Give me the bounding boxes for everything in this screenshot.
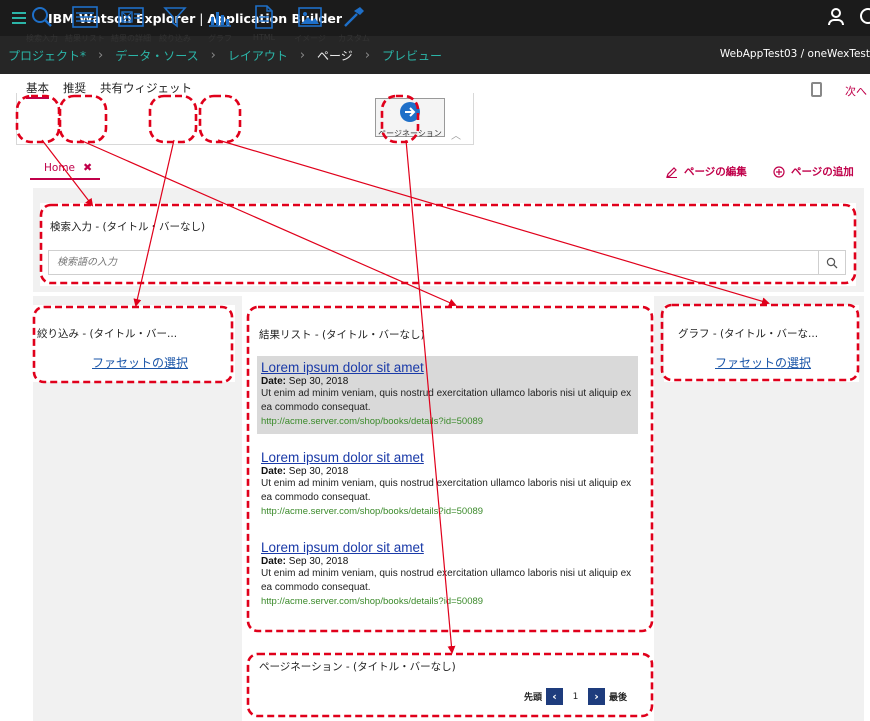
breadcrumb-project[interactable]: プロジェクト*: [8, 47, 86, 64]
breadcrumb-separator: ›: [364, 47, 371, 63]
result-description: Ut enim ad minim veniam, quis nostrud ex…: [261, 388, 632, 413]
help-icon[interactable]: [860, 8, 870, 24]
pager: 先頭 ‹ 1 › 最後: [524, 688, 627, 705]
next-button[interactable]: 次へ: [845, 83, 867, 99]
plus-circle-icon: [773, 165, 785, 178]
chart-icon: [209, 12, 231, 27]
breadcrumb-separator: ›: [299, 47, 306, 63]
facet-select-link[interactable]: ファセットの選択: [92, 354, 188, 371]
chart-widget-title: グラフ - (タイトル・バーな...: [678, 328, 819, 340]
result-url[interactable]: http://acme.server.com/shop/books/detail…: [261, 416, 638, 427]
breadcrumb-preview[interactable]: プレビュー: [382, 47, 442, 64]
result-item[interactable]: Lorem ipsum dolor sit amet Date: Sep 30,…: [257, 536, 638, 614]
first-page-button[interactable]: 先頭: [524, 690, 542, 703]
result-url[interactable]: http://acme.server.com/shop/books/detail…: [261, 596, 638, 607]
widget-label: 結果リスト: [65, 34, 105, 43]
edit-page-button[interactable]: ページの編集: [666, 164, 747, 179]
result-item[interactable]: Lorem ipsum dolor sit amet Date: Sep 30,…: [257, 356, 638, 434]
widget-chart[interactable]: グラフ: [204, 4, 236, 44]
result-title[interactable]: Lorem ipsum dolor sit amet: [261, 450, 638, 465]
breadcrumb-data-source[interactable]: データ・ソース: [115, 47, 198, 64]
widget-label: HTML: [252, 33, 276, 42]
arrow-right-circle-icon: [400, 102, 420, 122]
search-input[interactable]: [48, 250, 846, 275]
search-widget-title: 検索入力 - (タイトル・バーなし): [50, 221, 206, 233]
search-icon: [826, 257, 838, 268]
hammer-icon: [344, 7, 364, 27]
last-page-button[interactable]: 最後: [609, 690, 627, 703]
facet-widget-title: 絞り込み - (タイトル・バー...: [37, 328, 178, 340]
mobile-device-icon[interactable]: [811, 82, 822, 97]
html-icon: [255, 5, 273, 29]
breadcrumb-separator: ›: [210, 47, 216, 63]
breadcrumb-layout[interactable]: レイアウト: [228, 47, 288, 64]
page-tab-home[interactable]: Home ✖: [30, 158, 100, 180]
result-title[interactable]: Lorem ipsum dolor sit amet: [261, 540, 638, 555]
user-icon[interactable]: [828, 8, 844, 26]
next-page-button[interactable]: ›: [588, 688, 606, 705]
chart-facet-select-link[interactable]: ファセットの選択: [715, 354, 811, 371]
search-button[interactable]: [818, 251, 845, 274]
widget-label: ページネーション: [378, 129, 442, 138]
result-date: Date: Sep 30, 2018: [261, 556, 349, 567]
pencil-icon: [666, 166, 677, 178]
project-path: WebAppTest03 / oneWexTest: [719, 48, 870, 60]
detail-icon: [118, 7, 144, 27]
result-description: Ut enim ad minim veniam, quis nostrud ex…: [261, 568, 632, 593]
search-icon: [32, 7, 52, 27]
chevron-up-icon[interactable]: ︿: [451, 127, 461, 142]
widget-label: イメージ: [294, 34, 326, 43]
result-url[interactable]: http://acme.server.com/shop/books/detail…: [261, 506, 638, 517]
result-title[interactable]: Lorem ipsum dolor sit amet: [261, 360, 638, 375]
widget-custom[interactable]: カスタム: [336, 4, 372, 44]
widget-html[interactable]: HTML: [249, 4, 279, 42]
widget-label: グラフ: [208, 34, 232, 43]
breadcrumb-separator: ›: [98, 47, 104, 63]
widget-label: 絞り込み: [159, 34, 191, 43]
result-item[interactable]: Lorem ipsum dolor sit amet Date: Sep 30,…: [257, 446, 638, 524]
add-page-button[interactable]: ページの追加: [773, 164, 854, 179]
pagination-widget-title: ページネーション - (タイトル・バーなし): [259, 661, 456, 673]
widget-facet-filter[interactable]: 絞り込み: [156, 4, 194, 44]
page-tab-label: Home: [44, 162, 76, 174]
widget-result-list[interactable]: 結果リスト: [63, 4, 107, 44]
close-icon[interactable]: ✖: [83, 161, 92, 174]
widget-label: 検索入力: [26, 34, 58, 43]
widget-label: カスタム: [338, 34, 370, 43]
result-date: Date: Sep 30, 2018: [261, 376, 349, 387]
filter-icon: [163, 7, 187, 28]
list-icon: [72, 6, 98, 28]
results-widget-title: 結果リスト - (タイトル・バーなし): [259, 329, 425, 341]
widget-image[interactable]: イメージ: [290, 4, 330, 44]
image-icon: [298, 7, 322, 27]
widget-pagination[interactable]: ページネーション: [375, 98, 445, 138]
result-date: Date: Sep 30, 2018: [261, 466, 349, 477]
result-description: Ut enim ad minim veniam, quis nostrud ex…: [261, 478, 632, 503]
widget-result-detail[interactable]: 結果の詳細: [109, 4, 153, 44]
page-number[interactable]: 1: [567, 688, 584, 705]
widget-search-input[interactable]: 検索入力: [24, 4, 60, 44]
breadcrumb-page[interactable]: ページ: [317, 47, 353, 64]
prev-page-button[interactable]: ‹: [546, 688, 564, 705]
widget-label: 結果の詳細: [111, 34, 151, 43]
